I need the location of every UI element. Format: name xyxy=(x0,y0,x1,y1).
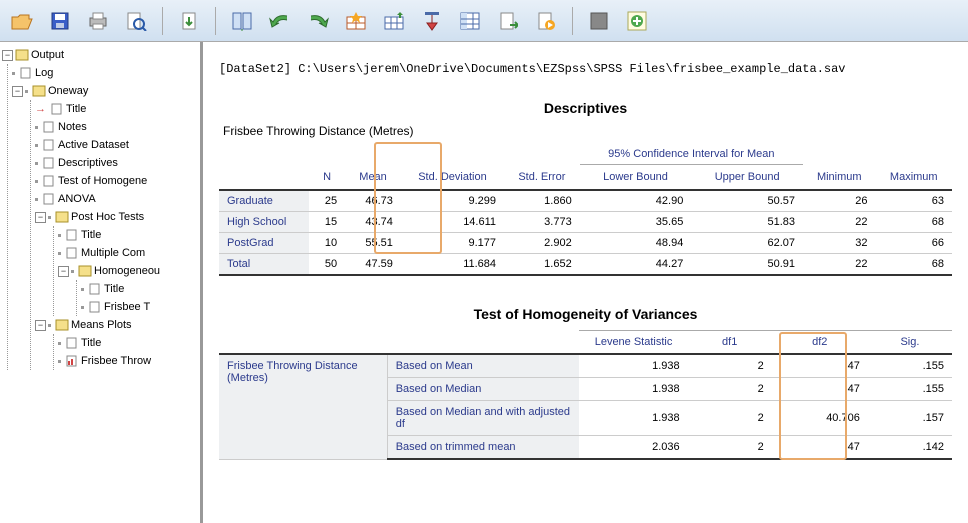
col-sd: Std. Deviation xyxy=(401,165,504,191)
page-arrow-icon[interactable] xyxy=(492,5,524,37)
save-icon[interactable] xyxy=(44,5,76,37)
tree-label: Means Plots xyxy=(71,316,132,334)
tree-label: Notes xyxy=(58,118,87,136)
tree-label: Log xyxy=(35,64,53,82)
col-df1: df1 xyxy=(688,331,772,355)
grid-up-icon[interactable] xyxy=(378,5,410,37)
collapse-icon[interactable]: − xyxy=(12,86,23,97)
print-icon[interactable] xyxy=(82,5,114,37)
tree-homog-title[interactable]: Title xyxy=(81,280,198,298)
tree-label: Title xyxy=(81,226,101,244)
undo-icon[interactable] xyxy=(264,5,296,37)
pivot-icon[interactable] xyxy=(226,5,258,37)
toolbar xyxy=(0,0,968,42)
outline-tree: − Output Log − Oneway →Title N xyxy=(0,42,203,523)
tree-label: Active Dataset xyxy=(58,136,129,154)
output-viewer: [DataSet2] C:\Users\jerem\OneDrive\Docum… xyxy=(203,42,968,523)
col-se: Std. Error xyxy=(504,165,580,191)
block-icon[interactable] xyxy=(583,5,615,37)
preview-icon[interactable] xyxy=(120,5,152,37)
table-row[interactable]: Total5047.5911.6841.65244.2750.912268 xyxy=(219,254,952,276)
tree-label: Homogeneou xyxy=(94,262,160,280)
descriptives-table[interactable]: 95% Confidence Interval for Mean N Mean … xyxy=(219,144,952,276)
play-doc-icon[interactable] xyxy=(530,5,562,37)
col-n: N xyxy=(309,165,345,191)
col-levene-stat: Levene Statistic xyxy=(579,331,687,355)
dataset-path: [DataSet2] C:\Users\jerem\OneDrive\Docum… xyxy=(219,62,952,76)
tree-frisbee-t[interactable]: Frisbee T xyxy=(81,298,198,316)
col-mean: Mean xyxy=(345,165,401,191)
tree-anova[interactable]: ANOVA xyxy=(35,190,198,208)
descriptives-title: Descriptives xyxy=(219,100,952,116)
tree-label: ANOVA xyxy=(58,190,96,208)
export-icon[interactable] xyxy=(173,5,205,37)
tree-label: Descriptives xyxy=(58,154,118,172)
tree-output[interactable]: − Output xyxy=(2,46,198,64)
tree-active-dataset[interactable]: Active Dataset xyxy=(35,136,198,154)
redo-icon[interactable] xyxy=(302,5,334,37)
col-min: Minimum xyxy=(803,165,876,191)
tree-homogeneous[interactable]: − Homogeneou xyxy=(58,262,198,280)
col-lb: Lower Bound xyxy=(580,165,692,191)
dl-arrow-icon[interactable] xyxy=(416,5,448,37)
tree-label: Post Hoc Tests xyxy=(71,208,144,226)
tree-frisbee-throw[interactable]: Frisbee Throw xyxy=(58,352,198,370)
col-df2: df2 xyxy=(772,331,868,355)
tree-label: Frisbee Throw xyxy=(81,352,151,370)
tree-label: Title xyxy=(81,334,101,352)
tree-title[interactable]: →Title xyxy=(35,100,198,118)
tree-log[interactable]: Log xyxy=(12,64,198,82)
tree-posthoc-title[interactable]: Title xyxy=(58,226,198,244)
tree-means-plots[interactable]: − Means Plots xyxy=(35,316,198,334)
collapse-icon[interactable]: − xyxy=(2,50,13,61)
collapse-icon[interactable]: − xyxy=(58,266,69,277)
tree-oneway[interactable]: − Oneway xyxy=(12,82,198,100)
table-row[interactable]: PostGrad1055.519.1772.90248.9462.073266 xyxy=(219,233,952,254)
descriptives-subtitle: Frisbee Throwing Distance (Metres) xyxy=(219,124,952,138)
levene-table[interactable]: Levene Statistic df1 df2 Sig. Frisbee Th… xyxy=(219,330,952,460)
tree-label: Title xyxy=(104,280,124,298)
tree-label: Frisbee T xyxy=(104,298,150,316)
star-table-icon[interactable] xyxy=(340,5,372,37)
tree-label: Title xyxy=(66,100,86,118)
tree-label: Multiple Com xyxy=(81,244,145,262)
tree-multiple-comp[interactable]: Multiple Com xyxy=(58,244,198,262)
table-row[interactable]: Graduate2546.739.2991.86042.9050.572663 xyxy=(219,190,952,212)
tree-means-title[interactable]: Title xyxy=(58,334,198,352)
ci-header: 95% Confidence Interval for Mean xyxy=(580,144,803,165)
levene-title: Test of Homogeneity of Variances xyxy=(219,306,952,322)
collapse-icon[interactable]: − xyxy=(35,212,46,223)
collapse-icon[interactable]: − xyxy=(35,320,46,331)
open-icon[interactable] xyxy=(6,5,38,37)
sel-cols-icon[interactable] xyxy=(454,5,486,37)
col-ub: Upper Bound xyxy=(691,165,803,191)
tree-descriptives[interactable]: Descriptives xyxy=(35,154,198,172)
tree-label: Oneway xyxy=(48,82,88,100)
col-sig: Sig. xyxy=(868,331,952,355)
tree-test-homogeneity[interactable]: Test of Homogene xyxy=(35,172,198,190)
tree-label: Output xyxy=(31,46,64,64)
tree-notes[interactable]: Notes xyxy=(35,118,198,136)
table-row[interactable]: Frisbee Throwing Distance (Metres)Based … xyxy=(219,354,952,378)
col-max: Maximum xyxy=(876,165,952,191)
tree-label: Test of Homogene xyxy=(58,172,147,190)
tree-posthoc[interactable]: − Post Hoc Tests xyxy=(35,208,198,226)
plus-green-icon[interactable] xyxy=(621,5,653,37)
table-row[interactable]: High School1543.7414.6113.77335.6551.832… xyxy=(219,212,952,233)
